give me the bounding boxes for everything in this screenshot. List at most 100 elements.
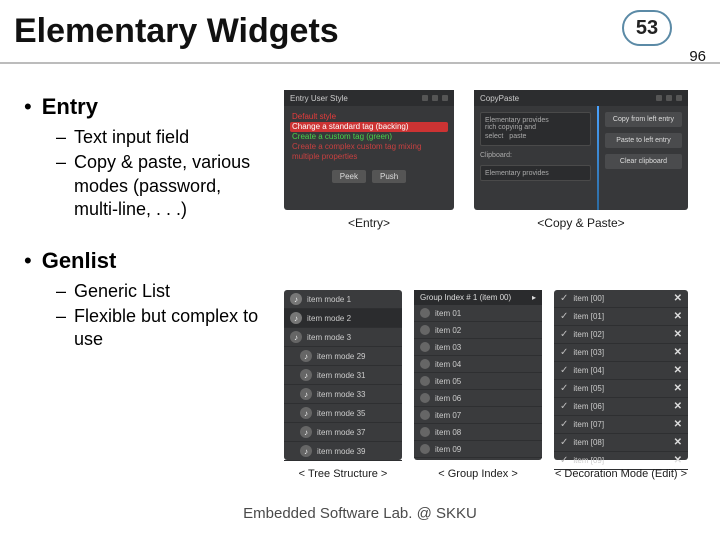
item-label: item 08: [435, 428, 461, 437]
list-item: ♪ item mode 35: [284, 404, 402, 423]
delete-icon: ✕: [674, 419, 682, 430]
bullet-icon: •: [24, 250, 32, 272]
window-control-icon: [422, 95, 428, 101]
delete-icon: ✕: [674, 365, 682, 376]
dash-icon: –: [56, 280, 66, 303]
item-icon: ♪: [300, 388, 312, 400]
item-label: item 07: [435, 411, 461, 420]
item-label: item mode 37: [317, 428, 365, 437]
peek-button: Peek: [332, 170, 366, 183]
check-icon: ✓: [560, 455, 568, 466]
item-label: item 09: [435, 445, 461, 454]
item-label: item 05: [435, 377, 461, 386]
item-label: item mode 29: [317, 352, 365, 361]
window-control-icon: [676, 95, 682, 101]
item-icon: ♪: [300, 369, 312, 381]
item-label: item [06]: [573, 402, 604, 411]
item-icon: ♪: [290, 331, 302, 343]
item-icon: ♪: [300, 350, 312, 362]
figure-copypaste-window: CopyPaste Elementary provides rich copyi…: [474, 90, 688, 210]
window-title: Entry User Style: [290, 94, 348, 103]
list-item: item 01: [414, 305, 542, 322]
section-title-genlist: Genlist: [42, 248, 117, 274]
item-icon: [420, 359, 430, 369]
item-label: item 03: [435, 343, 461, 352]
bullet-text: Generic List: [74, 280, 170, 303]
context-menu-item: select: [485, 133, 503, 140]
item-icon: [420, 342, 430, 352]
bullet-text: Copy & paste, various modes (password, m…: [74, 151, 264, 221]
footer-text: Embedded Software Lab. @ SKKU: [0, 505, 720, 522]
item-label: item [04]: [573, 366, 604, 375]
clipboard-label: Clipboard:: [480, 152, 591, 159]
bullet-text: Flexible but complex to use: [74, 305, 264, 352]
entry-text: Elementary provides: [485, 117, 549, 124]
dash-icon: –: [56, 151, 66, 221]
check-icon: ✓: [560, 311, 568, 322]
item-icon: [420, 444, 430, 454]
section-title-entry: Entry: [42, 94, 98, 120]
list-item: ♪ item mode 3: [284, 328, 402, 347]
list-item: item 02: [414, 322, 542, 339]
list-item: item 08: [414, 424, 542, 441]
clear-button: Clear clipboard: [605, 154, 682, 169]
check-icon: ✓: [560, 329, 568, 340]
item-label: item 02: [435, 326, 461, 335]
check-icon: ✓: [560, 383, 568, 394]
list-item: ✓item [02]✕: [554, 326, 688, 344]
item-icon: [420, 376, 430, 386]
list-item: ✓item [04]✕: [554, 362, 688, 380]
figure-caption-group: < Group Index >: [414, 468, 542, 480]
item-icon: ♪: [300, 407, 312, 419]
text-content: • Entry –Text input field –Copy & paste,…: [24, 88, 264, 366]
list-item: ♪item mode 1: [284, 290, 402, 309]
list-item: ♪ item mode 31: [284, 366, 402, 385]
item-label: item mode 31: [317, 371, 365, 380]
group-header: Group Index # 1 (item 00)▸: [414, 290, 542, 305]
item-icon: [420, 325, 430, 335]
delete-icon: ✕: [674, 311, 682, 322]
list-item: ♪ item mode 39: [284, 442, 402, 461]
list-item: ✓item [07]✕: [554, 416, 688, 434]
slide-number-badge: 53: [622, 10, 672, 46]
list-item: ✓ item [01] ✕: [554, 308, 688, 326]
delete-icon: ✕: [674, 293, 682, 304]
list-item: ✓item [03]✕: [554, 344, 688, 362]
item-label: item 04: [435, 360, 461, 369]
item-icon: ♪: [290, 293, 302, 305]
figure-caption-deco: < Decoration Mode (Edit) >: [554, 468, 688, 480]
figure-caption-entry: <Entry>: [284, 216, 454, 230]
list-item: ♪ item mode 37: [284, 423, 402, 442]
window-control-icon: [442, 95, 448, 101]
entry-text: rich copying and: [485, 124, 536, 131]
paste-button: Paste to left entry: [605, 133, 682, 148]
item-label: item [08]: [573, 438, 604, 447]
list-item: item 05: [414, 373, 542, 390]
window-control-icon: [666, 95, 672, 101]
figure-caption-copypaste: <Copy & Paste>: [474, 216, 688, 230]
check-icon: ✓: [560, 419, 568, 430]
delete-icon: ✕: [674, 383, 682, 394]
list-item: ✓ item [05] ✕: [554, 380, 688, 398]
dash-icon: –: [56, 126, 66, 149]
list-item: ✓item [08]✕: [554, 434, 688, 452]
item-icon: ♪: [300, 445, 312, 457]
check-icon: ✓: [560, 347, 568, 358]
item-label: item [02]: [573, 330, 604, 339]
figure-tree-list: ♪item mode 1♪item mode 2♪item mode 3♪ite…: [284, 290, 402, 460]
item-icon: ♪: [300, 426, 312, 438]
item-label: item mode 39: [317, 447, 365, 456]
item-label: item [05]: [573, 384, 604, 393]
item-label: item [09]: [573, 456, 604, 465]
item-label: item mode 3: [307, 333, 351, 342]
slide-title: Elementary Widgets: [14, 12, 339, 51]
context-menu-item: paste: [509, 133, 526, 140]
item-label: item [01]: [573, 312, 604, 321]
check-icon: ✓: [560, 437, 568, 448]
page-number: 96: [689, 48, 706, 65]
item-label: item mode 35: [317, 409, 365, 418]
item-label: item mode 33: [317, 390, 365, 399]
figure-group-list: Group Index # 1 (item 00)▸item 01 item 02…: [414, 290, 542, 460]
list-item: ✓item [00]✕: [554, 290, 688, 308]
entry-line: Change a standard tag (backing): [290, 122, 448, 132]
